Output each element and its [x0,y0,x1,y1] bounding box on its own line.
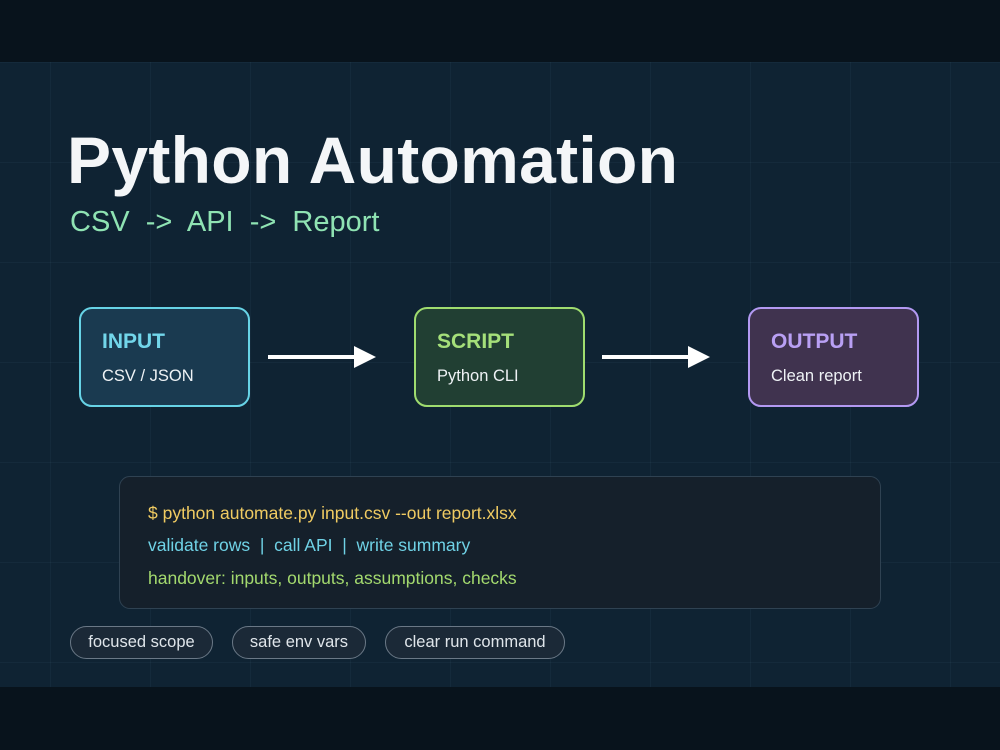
node-description: Python CLI [437,367,519,385]
tag-pill: focused scope [70,626,213,659]
terminal-handover: handover: inputs, outputs, assumptions, … [148,568,517,588]
node-label: SCRIPT [437,330,515,353]
node-label: OUTPUT [771,330,858,353]
tag-pill: safe env vars [232,626,366,659]
flow-node-input: INPUT CSV / JSON [79,307,250,407]
node-description: CSV / JSON [102,367,194,385]
terminal-panel: $ python automate.py input.csv --out rep… [119,476,881,609]
node-description: Clean report [771,367,862,385]
node-label: INPUT [102,330,165,353]
page-title: Python Automation [67,123,679,197]
arrow-right-icon [268,346,376,368]
arrow-right-icon [602,346,710,368]
terminal-command: $ python automate.py input.csv --out rep… [148,503,517,523]
page-subtitle: CSV -> API -> Report [70,206,380,238]
top-band [0,0,1000,62]
flow-node-script: SCRIPT Python CLI [414,307,585,407]
bottom-band [0,687,1000,750]
terminal-steps: validate rows | call API | write summary [148,535,471,555]
tag-pill: clear run command [385,626,565,659]
flow-node-output: OUTPUT Clean report [748,307,919,407]
